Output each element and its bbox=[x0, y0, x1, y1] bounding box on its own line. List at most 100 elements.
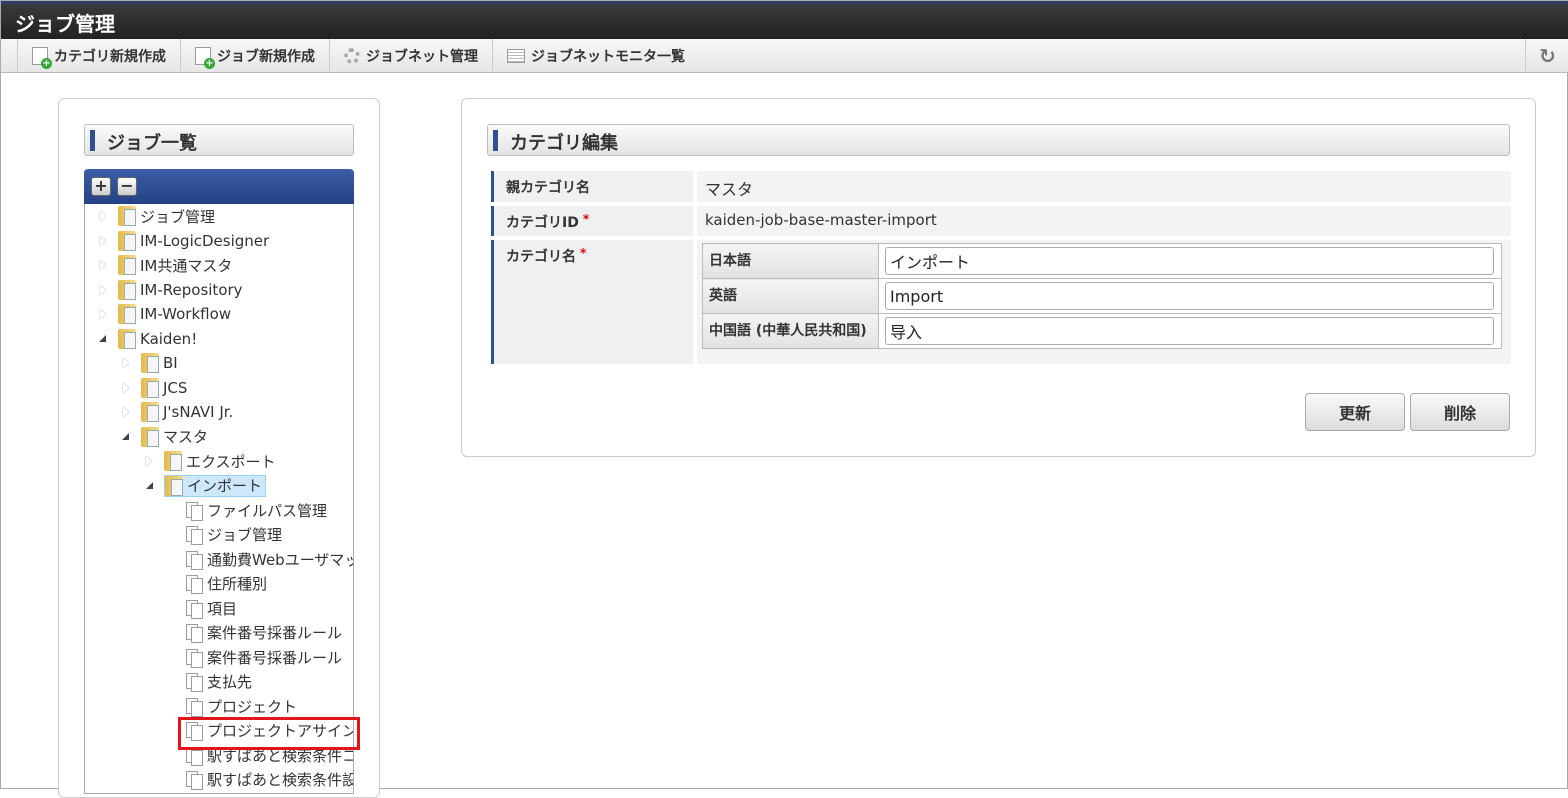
folder-icon bbox=[141, 402, 159, 422]
tree-folder[interactable]: エクスポート bbox=[146, 450, 276, 472]
tree-folder[interactable]: IM-Repository bbox=[100, 279, 243, 301]
jobnet-manage-label: ジョブネット管理 bbox=[366, 48, 478, 65]
tree-item[interactable]: 支払先 bbox=[185, 671, 252, 693]
tree-folder[interactable]: J'sNAVI Jr. bbox=[123, 401, 234, 423]
job-icon bbox=[185, 648, 203, 668]
folder-icon bbox=[141, 377, 159, 398]
folder-icon bbox=[118, 255, 136, 275]
required-mark: * bbox=[580, 246, 587, 260]
delete-button[interactable]: 削除 bbox=[1410, 393, 1510, 431]
job-icon bbox=[185, 574, 203, 594]
list-icon bbox=[507, 48, 525, 63]
lang-zh-label: 中国語 (中華人民共和国) bbox=[702, 313, 879, 349]
tree-item[interactable]: 案件番号採番ルール bbox=[185, 646, 342, 668]
tree-folder[interactable]: インポート bbox=[146, 474, 267, 497]
collapsed-arrow-icon[interactable] bbox=[100, 211, 106, 221]
lang-en-label: 英語 bbox=[702, 278, 879, 314]
name-en-input[interactable] bbox=[885, 282, 1494, 310]
tree-item-label: マスタ bbox=[163, 428, 209, 446]
parent-category-value: マスタ bbox=[697, 171, 1511, 202]
lang-ja-label: 日本語 bbox=[702, 243, 879, 279]
job-icon bbox=[185, 623, 203, 643]
folder-icon bbox=[165, 475, 183, 496]
collapsed-arrow-icon[interactable] bbox=[123, 382, 129, 393]
tree-item[interactable]: ファイルパス管理 bbox=[185, 499, 327, 521]
jobnet-monitor-label: ジョブネットモニタ一覧 bbox=[531, 48, 685, 65]
folder-icon bbox=[118, 230, 136, 251]
tree-item-label: 項目 bbox=[207, 599, 238, 618]
job-list-title: ジョブ一覧 bbox=[84, 124, 354, 156]
tree-folder[interactable]: IM-Workflow bbox=[100, 303, 232, 325]
expanded-arrow-icon[interactable] bbox=[146, 482, 153, 489]
collapsed-arrow-icon[interactable] bbox=[123, 358, 129, 368]
jobnet-manage-button[interactable]: ジョブネット管理 bbox=[329, 39, 492, 72]
tree-item-label: エクスポート bbox=[186, 452, 276, 471]
name-zh-input[interactable] bbox=[885, 317, 1494, 345]
tree-item-label: プロジェクト bbox=[207, 697, 298, 716]
folder-icon bbox=[141, 353, 159, 373]
tree-folder[interactable]: マスタ bbox=[122, 426, 209, 448]
folder-icon bbox=[118, 304, 136, 324]
collapsed-arrow-icon[interactable] bbox=[100, 260, 106, 270]
new-category-button[interactable]: カテゴリ新規作成 bbox=[17, 39, 180, 72]
tree-item[interactable]: 項目 bbox=[185, 597, 237, 619]
parent-category-label: 親カテゴリ名 bbox=[491, 171, 693, 202]
tree-item-label: ファイルパス管理 bbox=[207, 501, 328, 520]
highlight-box bbox=[178, 717, 360, 750]
expanded-arrow-icon[interactable] bbox=[99, 335, 106, 342]
tree-folder[interactable]: BI bbox=[123, 352, 178, 374]
required-mark: * bbox=[582, 212, 590, 226]
category-id-value: kaiden-job-base-master-import bbox=[697, 206, 1511, 236]
job-icon bbox=[185, 770, 203, 790]
gear-icon bbox=[344, 47, 360, 64]
job-icon bbox=[185, 672, 203, 692]
collapsed-arrow-icon[interactable] bbox=[100, 309, 106, 319]
tree-item-label: J'sNAVI Jr. bbox=[163, 403, 234, 421]
job-tree: ジョブ管理 IM-LogicDesigner IM共通マスタ IM-Repositor… bbox=[84, 204, 354, 794]
tree-item[interactable]: 住所種別 bbox=[185, 573, 267, 595]
collapse-all-button[interactable]: − bbox=[117, 177, 137, 196]
expanded-arrow-icon[interactable] bbox=[122, 433, 129, 440]
tree-item-label: 案件番号採番ルール bbox=[207, 648, 343, 667]
tree-folder[interactable]: ジョブ管理 bbox=[100, 205, 215, 227]
tree-item-label: IM-Repository bbox=[140, 280, 243, 299]
tree-item-label: Kaiden! bbox=[140, 329, 198, 348]
job-icon bbox=[185, 550, 203, 570]
tree-item[interactable]: 通勤費Webユーザマッ bbox=[185, 548, 354, 570]
tree-item[interactable]: 案件番号採番ルール bbox=[185, 622, 342, 644]
tree-item[interactable]: 駅すぱあと検索条件設 bbox=[185, 769, 353, 791]
new-category-icon bbox=[32, 46, 52, 69]
tree-item-label: インポート bbox=[187, 477, 263, 495]
update-button[interactable]: 更新 bbox=[1305, 393, 1405, 431]
refresh-icon[interactable]: ↻ bbox=[1525, 39, 1568, 72]
collapsed-arrow-icon[interactable] bbox=[100, 284, 106, 295]
folder-icon bbox=[118, 206, 136, 226]
expand-all-button[interactable]: + bbox=[91, 177, 111, 196]
folder-icon bbox=[164, 451, 182, 471]
tree-folder[interactable]: Kaiden! bbox=[99, 328, 198, 350]
tree-item-label: IM共通マスタ bbox=[140, 256, 233, 275]
folder-icon bbox=[118, 328, 136, 349]
tree-item-label: BI bbox=[163, 354, 178, 372]
tree-item[interactable]: プロジェクト bbox=[185, 695, 297, 717]
jobnet-monitor-button[interactable]: ジョブネットモニタ一覧 bbox=[492, 39, 699, 72]
job-icon bbox=[185, 501, 203, 521]
tree-folder[interactable]: JCS bbox=[123, 377, 188, 399]
new-job-label: ジョブ新規作成 bbox=[217, 48, 315, 65]
collapsed-arrow-icon[interactable] bbox=[100, 235, 106, 246]
collapsed-arrow-icon[interactable] bbox=[146, 456, 152, 466]
category-name-label: カテゴリ名 * bbox=[491, 240, 693, 364]
folder-icon bbox=[118, 279, 136, 300]
tree-folder[interactable]: IM-LogicDesigner bbox=[100, 230, 270, 252]
new-job-button[interactable]: ジョブ新規作成 bbox=[180, 39, 329, 72]
tree-item[interactable]: ジョブ管理 bbox=[185, 524, 282, 546]
app-title: ジョブ管理 bbox=[1, 1, 1568, 39]
tree-toolbar: + − bbox=[84, 169, 354, 204]
tree-item-label: JCS bbox=[163, 378, 188, 397]
name-ja-input[interactable] bbox=[885, 247, 1494, 275]
tree-item-label: IM-Workflow bbox=[140, 305, 232, 323]
tree-folder[interactable]: IM共通マスタ bbox=[100, 254, 233, 276]
tree-item-label: IM-LogicDesigner bbox=[140, 231, 270, 250]
tree-item-label: 通勤費Webユーザマッ bbox=[207, 550, 354, 569]
collapsed-arrow-icon[interactable] bbox=[123, 407, 129, 417]
